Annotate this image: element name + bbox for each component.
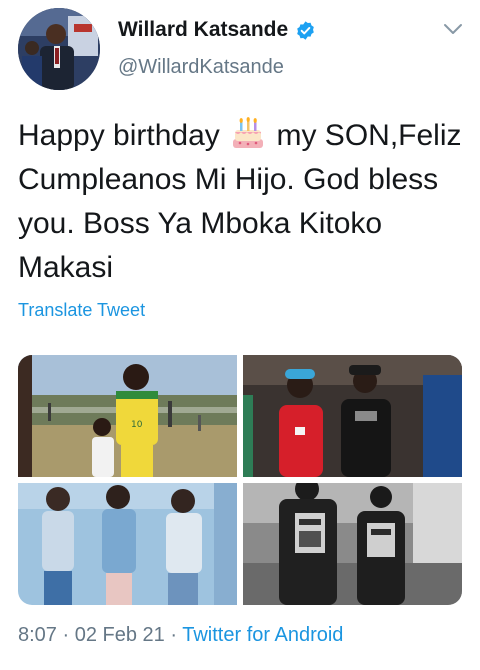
photo-bw-couple [243, 483, 462, 605]
media-photo-2[interactable] [243, 355, 462, 477]
user-handle[interactable]: @WillardKatsande [118, 56, 284, 79]
tweet-meta: 8:07 · 02 Feb 21 · Twitter for Android [18, 624, 343, 647]
tweet-header: Willard Katsande @WillardKatsande [0, 0, 480, 100]
avatar[interactable] [18, 8, 100, 90]
photo-two-young-men [243, 355, 462, 477]
tweet-date[interactable]: 02 Feb 21 [75, 624, 165, 646]
photo-stadium-kids: 10 [18, 355, 237, 477]
media-photo-3[interactable] [18, 483, 237, 605]
meta-separator: · [170, 624, 178, 646]
media-grid: 10 [18, 355, 462, 605]
display-name[interactable]: Willard Katsande [118, 18, 288, 42]
media-photo-1[interactable]: 10 [18, 355, 237, 477]
jersey-number: 10 [131, 420, 143, 430]
verified-badge-icon [297, 20, 314, 40]
tweet-source-link[interactable]: Twitter for Android [182, 624, 343, 646]
birthday-cake-icon [233, 117, 264, 148]
photo-children-group [18, 483, 237, 605]
tweet-text: Happy birthday my SON,Feliz Cumpleanos M… [18, 114, 468, 290]
media-photo-4[interactable] [243, 483, 462, 605]
tweet-text-start: Happy birthday [18, 119, 220, 152]
avatar-photo [18, 8, 100, 90]
translate-tweet-link[interactable]: Translate Tweet [18, 300, 145, 321]
tweet-time[interactable]: 8:07 [18, 624, 57, 646]
chevron-down-icon[interactable] [442, 22, 464, 36]
meta-separator: · [62, 624, 70, 646]
name-row: Willard Katsande [118, 18, 316, 42]
